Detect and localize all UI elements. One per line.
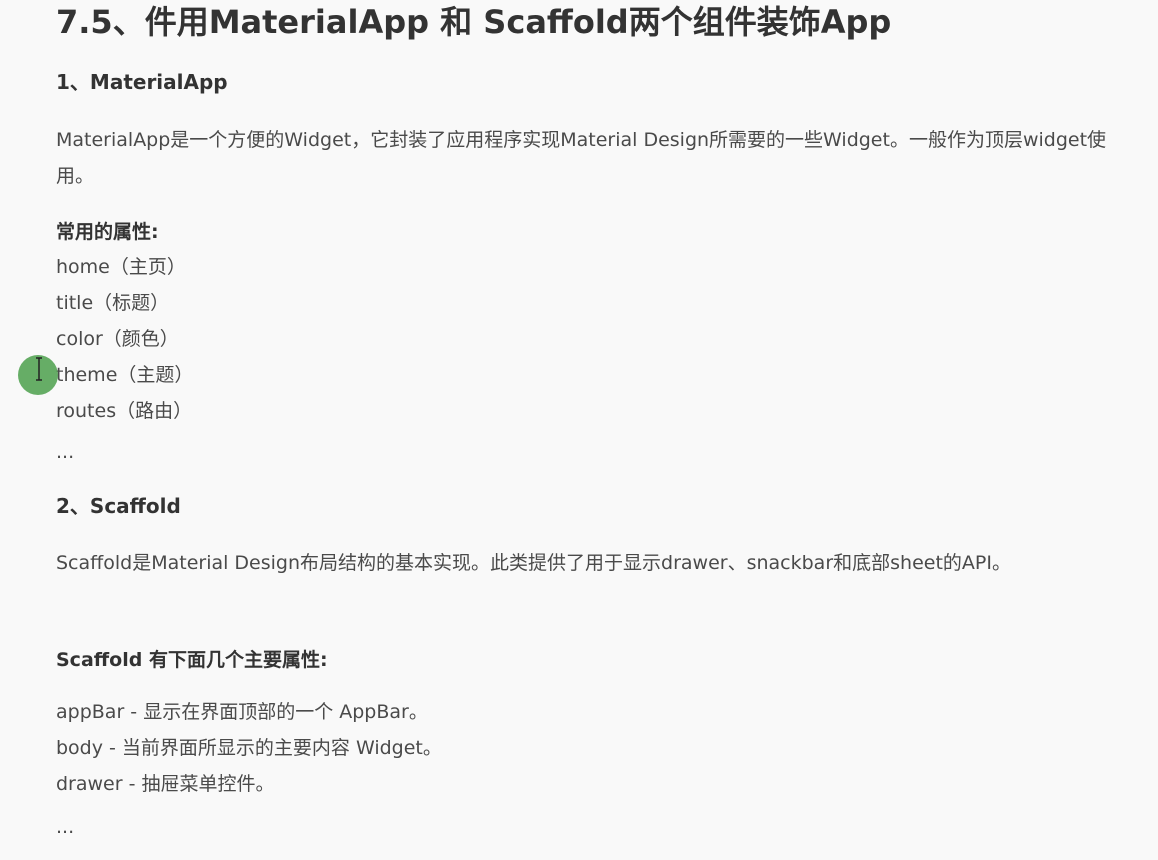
list-item: appBar - 显示在界面顶部的一个 AppBar。	[56, 701, 428, 723]
scaffold-description: Scaffold是Material Design布局结构的基本实现。此类提供了用…	[56, 552, 1011, 574]
section-heading-scaffold: 2、Scaffold	[56, 494, 181, 518]
list-item: theme（主题）	[56, 364, 194, 386]
list-item: title（标题）	[56, 292, 170, 314]
list-item: color（颜色）	[56, 328, 179, 350]
materialapp-props-list: home（主页） title（标题） color（颜色） theme（主题） r…	[56, 249, 193, 429]
text-cursor-icon	[36, 357, 42, 381]
list-item: drawer - 抽屉菜单控件。	[56, 773, 275, 795]
scaffold-more: ...	[56, 816, 75, 838]
materialapp-props-label: 常用的属性:	[56, 221, 159, 243]
section-heading-materialapp: 1、MaterialApp	[56, 70, 228, 94]
list-item: body - 当前界面所显示的主要内容 Widget。	[56, 737, 442, 759]
list-item: routes（路由）	[56, 400, 193, 422]
page-title: 7.5、件用MaterialApp 和 Scaffold两个组件装饰App	[56, 3, 892, 41]
scaffold-props-list: appBar - 显示在界面顶部的一个 AppBar。 body - 当前界面所…	[56, 694, 442, 802]
materialapp-description: MaterialApp是一个方便的Widget，它封装了应用程序实现Materi…	[56, 129, 1107, 187]
list-item: home（主页）	[56, 256, 186, 278]
scaffold-props-label: Scaffold 有下面几个主要属性:	[56, 649, 328, 671]
materialapp-more: ...	[56, 441, 75, 463]
